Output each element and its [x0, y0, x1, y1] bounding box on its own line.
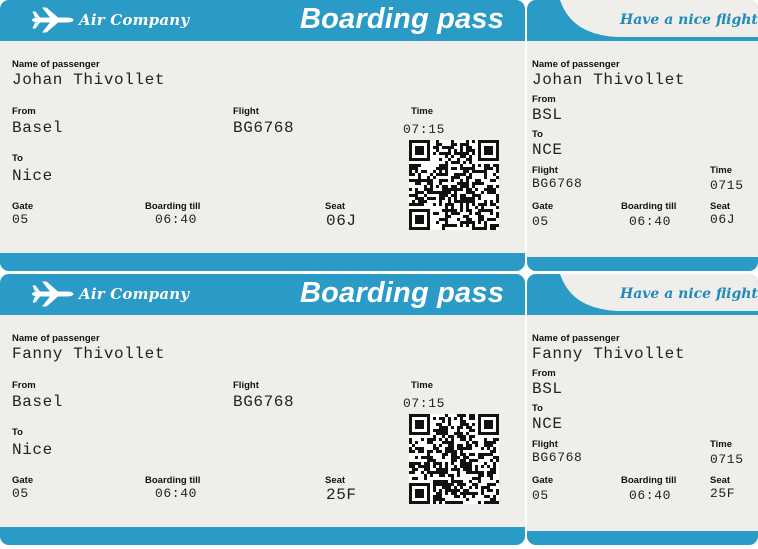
time-label: Time: [411, 380, 434, 391]
slogan: Have a nice flight: [620, 286, 758, 302]
departure-time: 07:15: [403, 122, 446, 137]
stub-seat: 06J: [710, 212, 736, 227]
flight-label: Flight: [233, 106, 259, 117]
boarding-pass-1: Air Company Boarding pass Name of passen…: [0, 0, 758, 273]
gate-number: 05: [12, 486, 29, 501]
stub-flight-number: BG6768: [532, 176, 583, 191]
airplane-icon: [32, 7, 74, 33]
boarding-pass-title: Boarding pass: [300, 3, 505, 35]
boarding-pass-2: Air Company Boarding pass Name of passen…: [0, 274, 758, 547]
stub-from-label: From: [532, 94, 556, 105]
stub-flight-number: BG6768: [532, 450, 583, 465]
stub-footer: [527, 257, 758, 271]
boarding-pass-title: Boarding pass: [300, 277, 505, 309]
passenger-name-label: Name of passenger: [12, 59, 100, 70]
stub-time-label: Time: [710, 439, 733, 450]
stub-boarding: 06:40: [629, 214, 672, 229]
stub-from-code: BSL: [532, 106, 563, 124]
from-city: Basel: [12, 393, 64, 411]
to-label: To: [12, 153, 23, 164]
gate-label: Gate: [12, 201, 34, 212]
stub-from-code: BSL: [532, 380, 563, 398]
stub-seat: 25F: [710, 486, 736, 501]
ticket-footer: [0, 253, 525, 271]
passenger-name: Fanny Thivollet: [12, 345, 166, 363]
from-city: Basel: [12, 119, 64, 137]
passenger-name: Johan Thivollet: [12, 71, 166, 89]
stub-to-label: To: [532, 129, 543, 140]
ticket-footer: [0, 527, 525, 545]
stub-gate-label: Gate: [532, 475, 554, 486]
flight-number: BG6768: [233, 393, 295, 411]
stub-passenger-label: Name of passenger: [532, 333, 620, 344]
boarding-till: 06:40: [155, 486, 198, 501]
gate-number: 05: [12, 212, 29, 227]
stub-seat-label: Seat: [710, 475, 731, 486]
stub-footer: [527, 531, 758, 545]
from-label: From: [12, 106, 36, 117]
boarding-till: 06:40: [155, 212, 198, 227]
stub-passenger-label: Name of passenger: [532, 59, 620, 70]
flight-number: BG6768: [233, 119, 295, 137]
stub-passenger-name: Johan Thivollet: [532, 71, 686, 89]
stub-gate: 05: [532, 214, 549, 229]
qr-code: [409, 140, 499, 230]
gate-label: Gate: [12, 475, 34, 486]
seat-label: Seat: [325, 201, 346, 212]
stub-time: 0715: [710, 178, 744, 193]
stub-time: 0715: [710, 452, 744, 467]
passenger-name-label: Name of passenger: [12, 333, 100, 344]
qr-code: [409, 414, 499, 504]
stub-flight-label: Flight: [532, 165, 558, 176]
to-label: To: [12, 427, 23, 438]
slogan: Have a nice flight: [620, 12, 758, 28]
company-name: Air Company: [79, 285, 190, 303]
to-city: Nice: [12, 441, 53, 459]
ticket-header: Air Company Boarding pass: [0, 274, 525, 315]
company-name: Air Company: [79, 11, 190, 29]
seat-number: 06J: [326, 212, 357, 230]
stub-time-label: Time: [710, 165, 733, 176]
stub-passenger-name: Fanny Thivollet: [532, 345, 686, 363]
stub-boarding-label: Boarding till: [621, 475, 677, 486]
stub-boarding-label: Boarding till: [621, 201, 677, 212]
stub-boarding: 06:40: [629, 488, 672, 503]
time-label: Time: [411, 106, 434, 117]
to-city: Nice: [12, 167, 53, 185]
ticket-stub: Have a nice flight Name of passenger Joh…: [527, 0, 758, 271]
airplane-icon: [32, 281, 74, 307]
seat-label: Seat: [325, 475, 346, 486]
seat-number: 25F: [326, 486, 357, 504]
stub-to-label: To: [532, 403, 543, 414]
ticket-main: Air Company Boarding pass Name of passen…: [0, 274, 525, 545]
from-label: From: [12, 380, 36, 391]
boarding-till-label: Boarding till: [145, 475, 201, 486]
ticket-main: Air Company Boarding pass Name of passen…: [0, 0, 525, 271]
stub-from-label: From: [532, 368, 556, 379]
ticket-header: Air Company Boarding pass: [0, 0, 525, 41]
boarding-till-label: Boarding till: [145, 201, 201, 212]
stub-flight-label: Flight: [532, 439, 558, 450]
ticket-stub: Have a nice flight Name of passenger Fan…: [527, 274, 758, 545]
flight-label: Flight: [233, 380, 259, 391]
stub-to-code: NCE: [532, 415, 563, 433]
stub-gate: 05: [532, 488, 549, 503]
departure-time: 07:15: [403, 396, 446, 411]
stub-gate-label: Gate: [532, 201, 554, 212]
stub-to-code: NCE: [532, 141, 563, 159]
stub-seat-label: Seat: [710, 201, 731, 212]
